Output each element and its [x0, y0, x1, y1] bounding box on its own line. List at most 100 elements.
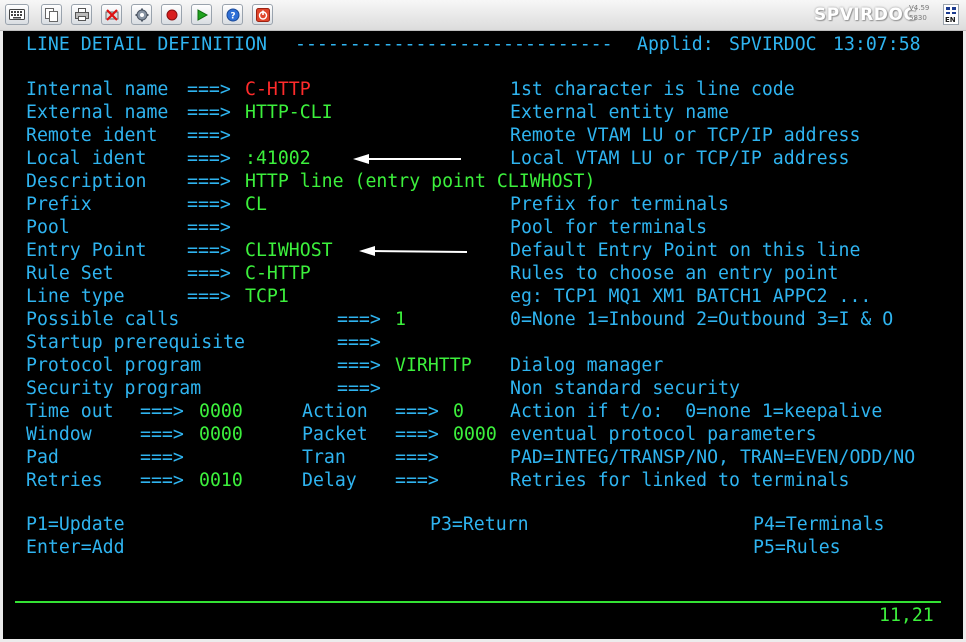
- build-number: 5830: [909, 14, 927, 22]
- field-arrow: ===>: [337, 332, 381, 353]
- field-arrow: ===>: [395, 447, 439, 468]
- line-type-input[interactable]: TCP1: [245, 285, 289, 308]
- field-arrow: ===>: [395, 470, 439, 491]
- field-label: Tran: [302, 447, 346, 468]
- field-label: Internal name: [26, 79, 169, 100]
- pf3-return-key[interactable]: P3=Return: [430, 513, 529, 536]
- possible-calls-input[interactable]: 1: [395, 308, 406, 331]
- field-label: Line type: [26, 286, 125, 307]
- rule-set-input[interactable]: C-HTTP: [245, 262, 311, 285]
- svg-text:?: ?: [230, 11, 235, 21]
- field-arrow: ===>: [140, 401, 184, 422]
- field-help: Prefix for terminals: [510, 194, 729, 215]
- field-arrow: ===>: [187, 263, 231, 284]
- field-help: eg: TCP1 MQ1 XM1 BATCH1 APPC2 ...: [510, 286, 872, 307]
- field-arrow: ===>: [395, 424, 439, 445]
- toolbar: ? SPVIRDOC V4.59 5830 EN: [0, 0, 966, 31]
- screen-title: LINE DETAIL DEFINITION: [26, 34, 267, 55]
- field-label: Window: [26, 424, 92, 445]
- version-number: V4.59: [909, 4, 930, 12]
- description-input[interactable]: HTTP line (entry point CLIWHOST): [245, 170, 595, 193]
- uk-flag-icon: [946, 7, 956, 14]
- field-label: Action: [302, 401, 368, 422]
- title-separator: -----------------------------: [295, 34, 613, 55]
- field-help: Rules to choose an entry point: [510, 263, 839, 284]
- applid-label: Applid:: [637, 34, 714, 55]
- time-out-input[interactable]: 0000: [199, 400, 243, 423]
- field-help: Local VTAM LU or TCP/IP address: [510, 148, 850, 169]
- field-arrow: ===>: [187, 125, 231, 146]
- version-label: V4.59 5830: [909, 3, 929, 23]
- field-label: External name: [26, 102, 169, 123]
- record-icon[interactable]: [161, 4, 182, 25]
- field-arrow: ===>: [187, 148, 231, 169]
- status-divider: [15, 601, 941, 603]
- field-label: Retries: [26, 470, 103, 491]
- help-icon[interactable]: ?: [222, 4, 243, 25]
- field-label: Pool: [26, 217, 70, 238]
- field-label: Remote ident: [26, 125, 158, 146]
- field-label: Pad: [26, 447, 59, 468]
- protocol-program-input[interactable]: VIRHTTP: [395, 354, 472, 377]
- local-ident-input[interactable]: :41002: [245, 147, 311, 170]
- field-label: Time out: [26, 401, 114, 422]
- cursor-position: 11,21: [879, 605, 934, 626]
- field-arrow: ===>: [337, 355, 381, 376]
- field-help: 0=None 1=Inbound 2=Outbound 3=I & O: [510, 309, 894, 330]
- annotation-arrow-icon: [353, 154, 461, 164]
- language-button[interactable]: EN: [943, 4, 959, 25]
- field-arrow: ===>: [187, 102, 231, 123]
- field-label: Description: [26, 171, 147, 192]
- pf5-rules-key[interactable]: P5=Rules: [753, 536, 841, 559]
- field-help: Action if t/o: 0=none 1=keepalive: [510, 401, 883, 422]
- keyboard-icon[interactable]: [5, 4, 29, 25]
- field-label: Rule Set: [26, 263, 114, 284]
- external-name-input[interactable]: HTTP-CLI: [245, 101, 333, 124]
- terminal-screen[interactable]: LINE DETAIL DEFINITION -----------------…: [3, 31, 963, 639]
- language-label: EN: [945, 16, 956, 24]
- pf4-terminals-key[interactable]: P4=Terminals: [753, 513, 884, 536]
- action-input[interactable]: 0: [453, 400, 464, 423]
- field-help: Dialog manager: [510, 355, 664, 376]
- field-label: Startup prerequisite: [26, 332, 245, 353]
- annotation-arrow-icon: [359, 246, 468, 256]
- field-arrow: ===>: [395, 401, 439, 422]
- brand-logo: SPVIRDOC: [814, 5, 917, 25]
- power-icon[interactable]: [252, 4, 273, 25]
- disconnect-icon[interactable]: [101, 4, 122, 25]
- field-label: Prefix: [26, 194, 92, 215]
- entry-point-input[interactable]: CLIWHOST: [245, 239, 333, 262]
- retries-input[interactable]: 0010: [199, 469, 243, 492]
- field-arrow: ===>: [187, 286, 231, 307]
- clock: 13:07:58: [833, 34, 921, 55]
- field-arrow: ===>: [140, 470, 184, 491]
- field-arrow: ===>: [337, 378, 381, 399]
- packet-input[interactable]: 0000: [453, 423, 497, 446]
- field-help: Remote VTAM LU or TCP/IP address: [510, 125, 861, 146]
- copy-icon[interactable]: [41, 4, 62, 25]
- enter-add-key[interactable]: Enter=Add: [26, 536, 125, 559]
- field-arrow: ===>: [187, 217, 231, 238]
- field-help: Non standard security: [510, 378, 740, 399]
- field-help: 1st character is line code: [510, 79, 795, 100]
- field-label: Protocol program: [26, 355, 202, 376]
- field-help: External entity name: [510, 102, 729, 123]
- pf1-update-key[interactable]: P1=Update: [26, 513, 125, 536]
- field-arrow: ===>: [140, 447, 184, 468]
- play-icon[interactable]: [191, 4, 212, 25]
- field-arrow: ===>: [337, 309, 381, 330]
- field-arrow: ===>: [140, 424, 184, 445]
- settings-icon[interactable]: [131, 4, 152, 25]
- field-label: Possible calls: [26, 309, 180, 330]
- prefix-input[interactable]: CL: [245, 193, 267, 216]
- field-label: Delay: [302, 470, 357, 491]
- field-arrow: ===>: [187, 171, 231, 192]
- field-arrow: ===>: [187, 240, 231, 261]
- field-arrow: ===>: [187, 79, 231, 100]
- window-input[interactable]: 0000: [199, 423, 243, 446]
- field-label: Entry Point: [26, 240, 147, 261]
- internal-name-input[interactable]: C-HTTP: [245, 78, 311, 101]
- print-icon[interactable]: [71, 4, 92, 25]
- field-help: Pool for terminals: [510, 217, 708, 238]
- field-label: Packet: [302, 424, 368, 445]
